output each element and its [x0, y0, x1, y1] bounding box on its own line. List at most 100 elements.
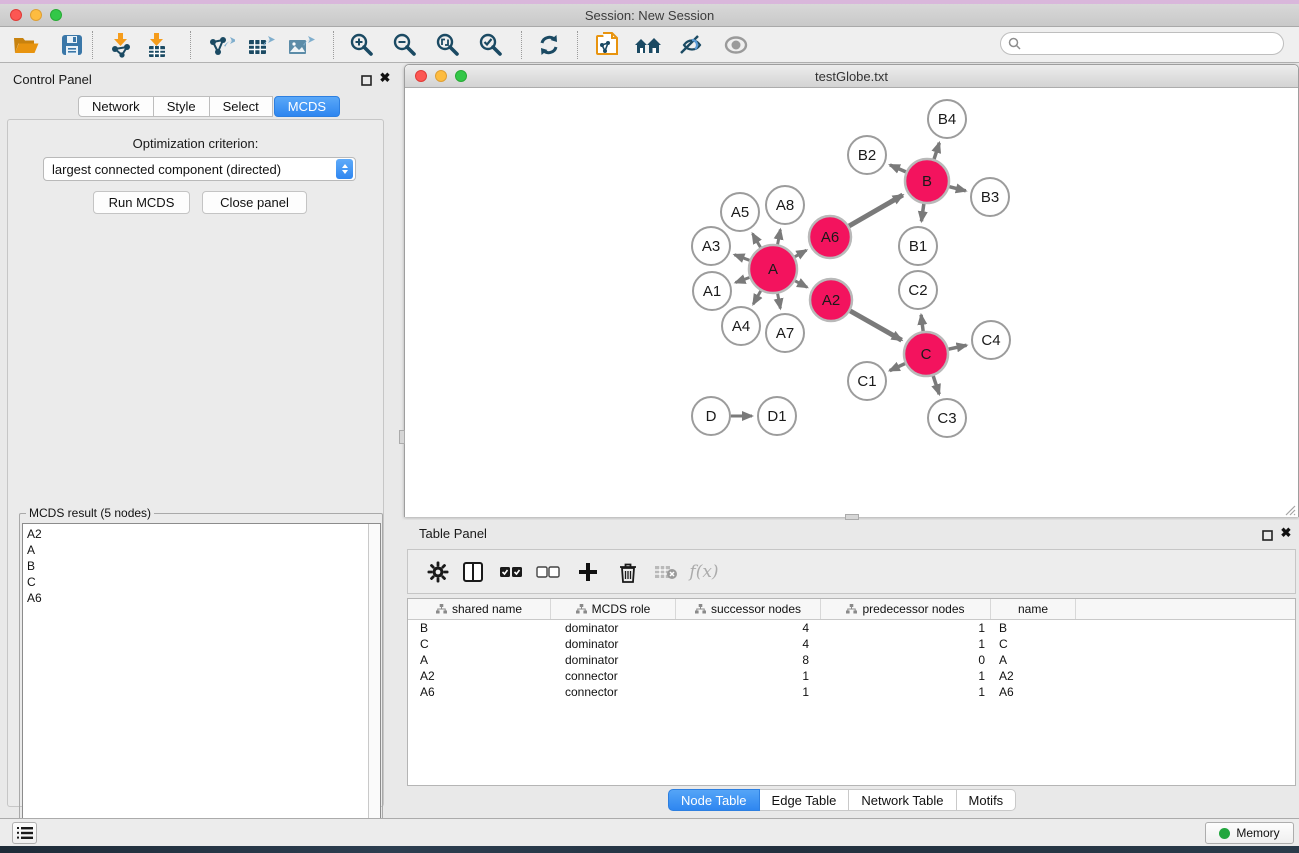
- search-input[interactable]: [1025, 37, 1283, 51]
- zoom-selected-icon[interactable]: [474, 30, 508, 60]
- graph-edge-C-C3[interactable]: [933, 376, 939, 394]
- mcds-result-item[interactable]: C: [27, 574, 368, 590]
- network-canvas[interactable]: AA6A2BCA1A3A4A5A7A8B1B2B3B4C1C2C3C4DD1: [405, 88, 1298, 517]
- graph-node-label-B3: B3: [981, 189, 999, 206]
- graph-node-label-A3: A3: [702, 238, 720, 255]
- table-row[interactable]: C dominator 4 1 C: [408, 636, 1295, 652]
- table-settings-gear-icon[interactable]: [423, 557, 453, 587]
- table-row[interactable]: A6 connector 1 1 A6: [408, 684, 1295, 700]
- graph-node-label-C4: C4: [981, 332, 1000, 349]
- graph-node-label-D: D: [706, 408, 717, 425]
- graph-edge-C-C1[interactable]: [890, 364, 905, 371]
- select-all-icon[interactable]: [496, 557, 526, 587]
- column-header[interactable]: name: [991, 599, 1076, 619]
- close-panel-button[interactable]: Close panel: [202, 191, 307, 214]
- run-mcds-button[interactable]: Run MCDS: [93, 191, 190, 214]
- graph-edge-A-A6[interactable]: [795, 250, 807, 257]
- export-image-icon[interactable]: [284, 30, 318, 60]
- graph-edge-B-B4[interactable]: [934, 143, 939, 159]
- network-view-window: testGlobe.txt AA6A2BCA1A3A4A5A7A8B1B2B3B…: [404, 64, 1299, 517]
- mcds-list-scrollbar[interactable]: [368, 524, 380, 853]
- graph-edge-A-A8[interactable]: [778, 230, 781, 245]
- import-table-icon[interactable]: [140, 30, 174, 60]
- table-row[interactable]: A2 connector 1 1 A2: [408, 668, 1295, 684]
- node-table: shared name MCDS role successor nodes pr…: [407, 598, 1296, 786]
- column-header[interactable]: predecessor nodes: [821, 599, 991, 619]
- graph-edge-A6-B[interactable]: [849, 195, 903, 226]
- graph-node-label-C3: C3: [937, 410, 956, 427]
- zoom-in-icon[interactable]: [345, 30, 379, 60]
- graph-edge-B-B1[interactable]: [921, 204, 923, 221]
- open-file-icon[interactable]: [9, 30, 43, 60]
- graph-edge-A-A2[interactable]: [795, 281, 807, 287]
- function-builder-icon[interactable]: f(x): [689, 557, 719, 587]
- column-header[interactable]: successor nodes: [676, 599, 821, 619]
- graph-edge-A-A7[interactable]: [778, 294, 781, 309]
- graph-edge-A-A1[interactable]: [736, 277, 750, 282]
- float-table-panel-icon[interactable]: [1262, 528, 1274, 540]
- graph-edge-C-C2[interactable]: [921, 315, 923, 331]
- main-titlebar: Session: New Session: [0, 4, 1299, 27]
- mcds-result-item[interactable]: A: [27, 542, 368, 558]
- export-table-icon[interactable]: [244, 30, 278, 60]
- mcds-result-list[interactable]: A2 A B C A6: [22, 523, 381, 853]
- search-box[interactable]: [1000, 32, 1284, 55]
- network-window-titlebar[interactable]: testGlobe.txt: [405, 65, 1298, 88]
- mcds-result-item[interactable]: A6: [27, 590, 368, 606]
- tab-style[interactable]: Style: [154, 96, 210, 117]
- deselect-all-icon[interactable]: [533, 557, 563, 587]
- column-selector-icon[interactable]: [458, 557, 488, 587]
- add-column-icon[interactable]: [573, 557, 603, 587]
- graph-edge-A2-C[interactable]: [850, 311, 902, 340]
- tab-mcds[interactable]: MCDS: [274, 96, 340, 117]
- save-session-icon[interactable]: [55, 30, 89, 60]
- tab-network-table[interactable]: Network Table: [849, 789, 956, 811]
- graph-edge-A-A3[interactable]: [734, 255, 749, 261]
- show-hide-graphics-icon[interactable]: [675, 30, 709, 60]
- graph-edge-B-B3[interactable]: [949, 187, 965, 191]
- delete-column-icon[interactable]: [613, 557, 643, 587]
- toggle-view-icon[interactable]: [719, 30, 753, 60]
- graph-edge-A-A4[interactable]: [753, 291, 761, 304]
- tab-motifs[interactable]: Motifs: [957, 789, 1017, 811]
- tab-node-table[interactable]: Node Table: [668, 789, 760, 811]
- control-panel-tabs: Network Style Select MCDS: [78, 96, 340, 117]
- column-header[interactable]: shared name: [408, 599, 551, 619]
- column-type-icon: [695, 604, 706, 614]
- splitter-grip-left[interactable]: [399, 430, 405, 444]
- list-icon: [17, 826, 33, 840]
- zoom-out-icon[interactable]: [388, 30, 422, 60]
- memory-button[interactable]: Memory: [1205, 822, 1294, 844]
- delete-table-icon[interactable]: [651, 557, 681, 587]
- graph-node-label-A2: A2: [822, 292, 840, 309]
- mcds-result-item[interactable]: B: [27, 558, 368, 574]
- tab-network[interactable]: Network: [78, 96, 154, 117]
- import-network-icon[interactable]: [104, 30, 138, 60]
- table-row[interactable]: A dominator 8 0 A: [408, 652, 1295, 668]
- new-network-from-selection-icon[interactable]: [591, 30, 625, 60]
- float-panel-icon[interactable]: [361, 73, 373, 85]
- criterion-dropdown[interactable]: largest connected component (directed): [43, 157, 356, 181]
- mcds-result-title: MCDS result (5 nodes): [26, 506, 154, 520]
- graph-edge-B-B2[interactable]: [890, 165, 906, 172]
- dropdown-stepper-icon: [336, 159, 353, 179]
- zoom-fit-icon[interactable]: [431, 30, 465, 60]
- graph-edge-C-C4[interactable]: [948, 345, 966, 349]
- graph-edge-A-A5[interactable]: [753, 234, 761, 248]
- export-network-icon[interactable]: [204, 30, 238, 60]
- resize-corner-icon[interactable]: [1283, 503, 1296, 516]
- column-header[interactable]: MCDS role: [551, 599, 676, 619]
- toolbar-separator: [521, 31, 522, 59]
- graph-node-label-A7: A7: [776, 325, 794, 342]
- task-history-button[interactable]: [12, 822, 37, 844]
- mcds-result-item[interactable]: A2: [27, 526, 368, 542]
- home-layout-icon[interactable]: [631, 30, 665, 60]
- graph-node-label-C2: C2: [908, 282, 927, 299]
- table-toolbar: f(x): [407, 549, 1296, 594]
- tab-select[interactable]: Select: [210, 96, 273, 117]
- refresh-icon[interactable]: [532, 30, 566, 60]
- tab-edge-table[interactable]: Edge Table: [760, 789, 850, 811]
- table-row[interactable]: B dominator 4 1 B: [408, 620, 1295, 636]
- close-panel-icon[interactable]: ✖: [378, 71, 392, 85]
- close-table-panel-icon[interactable]: ✖: [1279, 526, 1293, 540]
